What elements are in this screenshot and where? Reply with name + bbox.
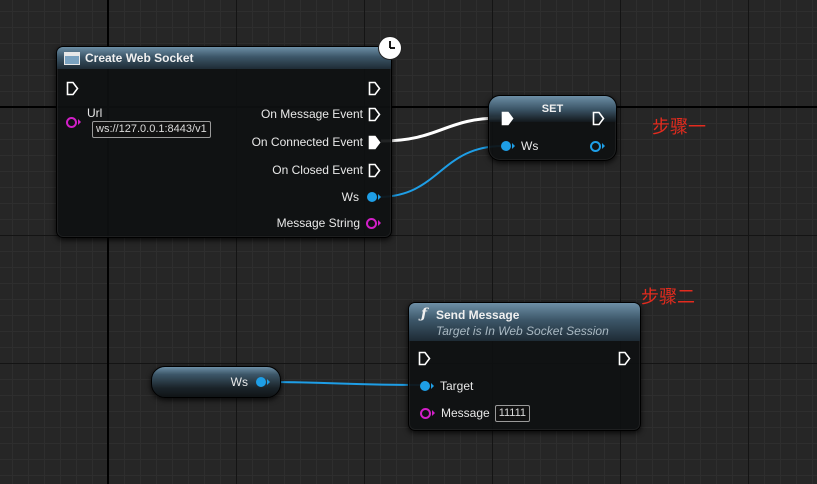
blueprint-graph[interactable]: Create Web Socket Url ws://127.0.0.1:844… [0,0,817,484]
set-ws-input-pin[interactable] [501,141,511,151]
exec-in-pin[interactable] [66,81,79,96]
target-input-pin[interactable] [420,381,430,391]
set-ws-output-pin[interactable] [590,140,601,152]
on-connected-event-row: On Connected Event [252,133,381,151]
send-exec-out-pin[interactable] [618,351,631,366]
exec-out-pin[interactable] [368,81,381,96]
url-pin-row [66,113,81,131]
function-block-icon [64,51,80,65]
on-closed-event-pin[interactable] [368,163,381,178]
message-input-field[interactable]: 11111 [494,404,531,422]
url-pin-arrow [78,119,81,125]
send-message-node[interactable]: ƒ Send Message Target is In Web Socket S… [408,302,641,431]
ws-output-row: Ws [342,188,381,206]
url-input-field[interactable]: ws://127.0.0.1:8443/v1 [92,121,211,138]
ws-variable-pin-arrow [267,379,270,385]
set-ws-input-row: Ws [501,137,538,155]
exec-wire-connected-to-set [380,116,501,143]
message-string-pin-arrow [378,220,381,226]
message-string-pin[interactable] [366,217,377,229]
create-web-socket-title: Create Web Socket [85,51,194,65]
step1-annotation: 步骤一 [652,117,706,138]
on-message-event-label: On Message Event [260,107,363,121]
send-message-title: Send Message [436,308,520,322]
send-message-subtitle: Target is In Web Socket Session [436,324,609,338]
create-web-socket-header[interactable]: Create Web Socket [57,47,391,69]
on-closed-event-row: On Closed Event [272,161,381,179]
on-connected-event-label: On Connected Event [251,135,363,149]
ws-variable-output-pin[interactable] [256,377,266,387]
send-exec-in-pin[interactable] [418,351,431,366]
url-input-pin[interactable] [66,116,77,128]
set-exec-in-pin[interactable] [501,111,514,126]
ws-variable-node[interactable]: Ws [151,366,281,398]
set-ws-input-pin-arrow [512,143,515,149]
exec-in-row [66,79,79,97]
function-f-icon: ƒ [421,306,428,322]
on-connected-event-pin[interactable] [368,135,381,150]
message-string-row: Message String [277,214,381,232]
set-ws-label: Ws [521,139,539,153]
create-web-socket-node[interactable]: Create Web Socket Url ws://127.0.0.1:844… [56,36,402,238]
ws-wire-to-set [377,145,504,198]
message-row: Message 11111 [420,404,531,422]
target-row: Target [420,377,473,395]
url-label: Url [87,106,103,120]
on-closed-event-label: On Closed Event [272,163,363,177]
set-node[interactable]: SET Ws [488,95,617,161]
ws-output-label: Ws [341,190,359,204]
ws-variable-output-row: Ws [231,373,270,391]
on-message-event-pin[interactable] [368,107,381,122]
ws-variable-label: Ws [230,375,248,389]
target-label: Target [440,379,474,393]
message-label: Message [441,406,490,420]
ws-output-pin-arrow [378,194,381,200]
ws-wire-to-target [262,381,425,386]
message-pin-arrow [432,410,435,416]
clock-icon [378,36,402,60]
ws-output-pin[interactable] [367,192,377,202]
step2-annotation: 步骤二 [641,287,695,308]
set-ws-output-row [590,137,605,155]
target-pin-arrow [431,383,434,389]
message-input-pin[interactable] [420,407,431,419]
set-exec-out-pin[interactable] [592,111,605,126]
message-string-label: Message String [276,216,360,230]
exec-out-row [368,79,381,97]
on-message-event-row: On Message Event [261,105,381,123]
set-ws-output-pin-arrow [602,143,605,149]
